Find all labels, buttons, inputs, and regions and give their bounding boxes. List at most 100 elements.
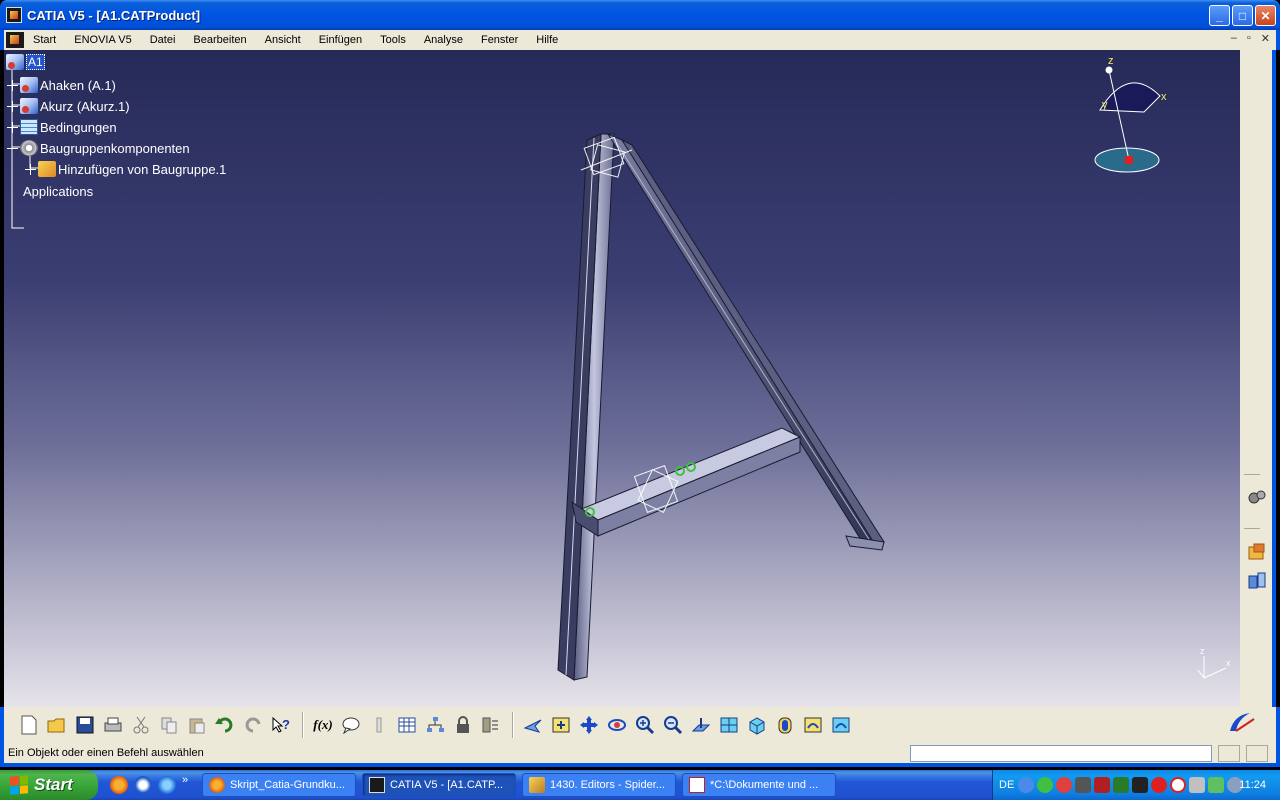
- spider-icon: [529, 777, 545, 793]
- tree-icon[interactable]: [422, 712, 448, 738]
- redo-icon[interactable]: [240, 712, 266, 738]
- doc-restore-button[interactable]: ▫: [1247, 32, 1251, 45]
- 3d-viewport[interactable]: A1 Ahaken (A.1) Akurz (Akurz.1) Bedingun…: [4, 50, 1240, 707]
- zoom-out-icon[interactable]: [660, 712, 686, 738]
- desktop-icon[interactable]: [134, 776, 152, 794]
- menu-tools[interactable]: Tools: [371, 34, 415, 46]
- pan-icon[interactable]: [576, 712, 602, 738]
- print-icon[interactable]: [100, 712, 126, 738]
- cut-icon[interactable]: [128, 712, 154, 738]
- task-label: *C:\Dokumente und ...: [710, 779, 819, 791]
- knowledge-icon[interactable]: [366, 712, 392, 738]
- task-button-editor[interactable]: *C:\Dokumente und ...: [682, 773, 836, 797]
- windows-logo-icon: [10, 775, 28, 795]
- task-button-skript[interactable]: Skript_Catia-Grundku...: [202, 773, 356, 797]
- menu-start[interactable]: Start: [30, 34, 65, 46]
- clock[interactable]: 11:24: [1239, 779, 1266, 791]
- menu-einfuegen[interactable]: Einfügen: [310, 34, 371, 46]
- status-button-1[interactable]: [1218, 745, 1240, 762]
- doc-close-button[interactable]: ✕: [1261, 32, 1270, 45]
- system-tray: DE 11:24: [992, 770, 1280, 800]
- copy-icon[interactable]: [156, 712, 182, 738]
- toolbar-divider: [1244, 528, 1260, 529]
- menu-datei[interactable]: Datei: [141, 34, 185, 46]
- svg-text:?: ?: [282, 717, 290, 732]
- catalog-icon[interactable]: [478, 712, 504, 738]
- firefox-icon[interactable]: [110, 776, 128, 794]
- maximize-button[interactable]: □: [1232, 5, 1253, 26]
- minimize-button[interactable]: _: [1209, 5, 1230, 26]
- swap-visible-icon[interactable]: [828, 712, 854, 738]
- tray-app-icon[interactable]: [1075, 777, 1092, 793]
- document-window-controls: – ▫ ✕: [1231, 32, 1270, 45]
- close-button[interactable]: ✕: [1255, 5, 1276, 26]
- menu-bearbeiten[interactable]: Bearbeiten: [184, 34, 255, 46]
- command-input[interactable]: [910, 745, 1212, 762]
- tray-expand-icon[interactable]: [1018, 777, 1035, 793]
- volume-icon[interactable]: [1189, 777, 1206, 793]
- status-button-2[interactable]: [1246, 745, 1268, 762]
- lock-icon[interactable]: [450, 712, 476, 738]
- compass-z-label: z: [1108, 55, 1114, 67]
- task-button-catia[interactable]: CATIA V5 - [A1.CATP...: [362, 773, 516, 797]
- menu-fenster[interactable]: Fenster: [472, 34, 527, 46]
- zoom-in-icon[interactable]: [632, 712, 658, 738]
- doc-minimize-button[interactable]: –: [1231, 32, 1237, 45]
- undo-icon[interactable]: [212, 712, 238, 738]
- cross-bar-side: [597, 436, 801, 537]
- existing-component-icon[interactable]: [1246, 570, 1268, 592]
- task-label: 1430. Editors - Spider...: [550, 779, 665, 791]
- shading-icon[interactable]: [772, 712, 798, 738]
- tray-app-icon[interactable]: [1056, 777, 1073, 793]
- fly-mode-icon[interactable]: [520, 712, 546, 738]
- fit-all-icon[interactable]: [548, 712, 574, 738]
- multi-view-icon[interactable]: [716, 712, 742, 738]
- quicklaunch-more-icon[interactable]: »: [182, 774, 188, 786]
- catia-app-icon[interactable]: [6, 7, 22, 23]
- 3d-model-a-frame[interactable]: z y x z x: [4, 50, 1240, 707]
- toolbar-separator: [512, 712, 514, 738]
- language-indicator[interactable]: DE: [999, 779, 1014, 791]
- triad-z-label: z: [1200, 646, 1205, 656]
- paste-icon[interactable]: [184, 712, 210, 738]
- status-bar: Ein Objekt oder einen Befehl auswählen: [0, 743, 1280, 767]
- hide-show-icon[interactable]: [800, 712, 826, 738]
- firefox-icon: [209, 777, 225, 793]
- title-bar: CATIA V5 - [A1.CATProduct] _ □ ✕: [0, 0, 1280, 30]
- open-icon[interactable]: [44, 712, 70, 738]
- tray-app-icon[interactable]: [1094, 777, 1111, 793]
- comment-icon[interactable]: [338, 712, 364, 738]
- menu-enovia[interactable]: ENOVIA V5: [65, 34, 140, 46]
- tray-app-icon[interactable]: [1113, 777, 1130, 793]
- rotate-icon[interactable]: [604, 712, 630, 738]
- internet-explorer-icon[interactable]: [158, 776, 176, 794]
- toolbar-divider: [1244, 474, 1260, 475]
- cross-bar: [577, 427, 802, 521]
- product-structure-icon[interactable]: [1246, 542, 1268, 564]
- table-icon[interactable]: [394, 712, 420, 738]
- assembly-features-icon[interactable]: [1246, 486, 1268, 508]
- save-icon[interactable]: [72, 712, 98, 738]
- formula-icon[interactable]: f(x): [310, 712, 336, 738]
- tray-app-icon[interactable]: [1132, 777, 1149, 793]
- tray-app-icon[interactable]: [1151, 777, 1168, 793]
- menu-analyse[interactable]: Analyse: [415, 34, 472, 46]
- menu-ansicht[interactable]: Ansicht: [256, 34, 310, 46]
- formula-label: f(x): [313, 717, 333, 732]
- task-button-spider[interactable]: 1430. Editors - Spider...: [522, 773, 676, 797]
- tray-app-icon[interactable]: [1037, 777, 1054, 793]
- new-icon[interactable]: [16, 712, 42, 738]
- status-message: Ein Objekt oder einen Befehl auswählen: [8, 747, 204, 759]
- start-button[interactable]: Start: [0, 770, 98, 800]
- tray-app-icon[interactable]: [1208, 777, 1225, 793]
- catia-logo: [1224, 709, 1264, 741]
- whats-this-icon[interactable]: ?: [268, 712, 294, 738]
- menu-hilfe[interactable]: Hilfe: [527, 34, 567, 46]
- tray-app-icon[interactable]: [1170, 777, 1187, 793]
- compass-x-label: x: [1161, 91, 1167, 103]
- document-icon[interactable]: [6, 32, 24, 48]
- start-label: Start: [34, 775, 73, 794]
- windows-taskbar: Start » Skript_Catia-Grundku... CATIA V5…: [0, 770, 1280, 800]
- normal-view-icon[interactable]: [688, 712, 714, 738]
- iso-view-icon[interactable]: [744, 712, 770, 738]
